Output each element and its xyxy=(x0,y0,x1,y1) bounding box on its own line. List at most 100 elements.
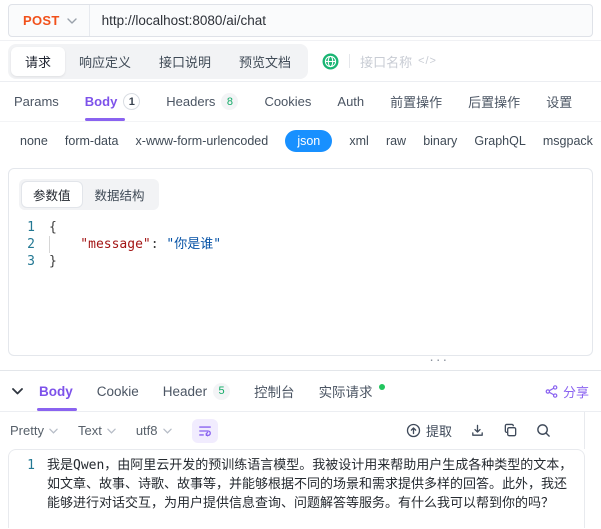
indent-guide xyxy=(49,236,80,253)
url-bar: POST http://localhost:8080/ai/chat xyxy=(8,4,593,37)
code-line: 2 "message": "你是谁" xyxy=(19,236,592,253)
doc-tabs-row: 请求 响应定义 接口说明 预览文档 接口名称 </> xyxy=(0,41,601,82)
code-icon: </> xyxy=(418,55,437,67)
tab-response-body[interactable]: Body xyxy=(37,371,77,411)
tab-cookies[interactable]: Cookies xyxy=(264,82,311,121)
chevron-down-icon xyxy=(107,428,116,434)
chevron-down-icon xyxy=(162,428,172,434)
response-toolbar: Pretty Text utf8 提取 xyxy=(0,412,601,449)
tab-settings[interactable]: 设置 xyxy=(546,82,572,121)
tab-api-description[interactable]: 接口说明 xyxy=(145,47,225,76)
json-separator: : xyxy=(150,237,167,252)
editor-mode-group: 参数值 数据结构 xyxy=(19,179,159,210)
body-type-xml[interactable]: xml xyxy=(349,134,368,148)
response-body-area: 1 我是Qwen，由阿里云开发的预训练语言模型。我被设计用来帮助用户生成各种类型… xyxy=(0,412,601,528)
tab-response-header[interactable]: Header 5 xyxy=(163,371,231,411)
view-type-dropdown[interactable]: Text xyxy=(78,423,116,438)
chevron-down-icon xyxy=(66,17,77,24)
tab-label: 实际请求 xyxy=(318,385,373,400)
panel-splitter[interactable]: ··· xyxy=(8,352,593,370)
response-viewer[interactable]: 1 我是Qwen，由阿里云开发的预训练语言模型。我被设计用来帮助用户生成各种类型… xyxy=(8,449,585,528)
doc-tab-group: 请求 响应定义 接口说明 预览文档 xyxy=(8,43,309,79)
tab-response-cookie[interactable]: Cookie xyxy=(97,371,139,411)
tab-label: 前置操作 xyxy=(390,95,443,110)
share-button[interactable]: 分享 xyxy=(545,371,589,411)
globe-icon[interactable] xyxy=(322,53,339,70)
encoding-dropdown[interactable]: utf8 xyxy=(136,423,172,438)
header-count-badge: 5 xyxy=(213,382,231,400)
tab-headers[interactable]: Headers 8 xyxy=(166,82,239,121)
api-name-text: 接口名称 xyxy=(360,54,413,70)
toolbar-actions: 提取 xyxy=(406,421,591,440)
format-dropdown[interactable]: Pretty xyxy=(10,423,58,438)
json-editor[interactable]: 1 { 2 "message": "你是谁" 3 } xyxy=(19,219,592,270)
tab-preview-docs[interactable]: 预览文档 xyxy=(225,47,305,76)
divider xyxy=(349,54,351,68)
search-button[interactable] xyxy=(536,423,551,438)
copy-button[interactable] xyxy=(503,423,518,438)
copy-icon xyxy=(503,423,518,438)
extract-label: 提取 xyxy=(425,424,452,439)
tab-pre-operations[interactable]: 前置操作 xyxy=(390,82,442,121)
tab-label: Body xyxy=(39,383,73,399)
tab-auth[interactable]: Auth xyxy=(337,82,364,121)
code-text: } xyxy=(49,254,57,269)
body-type-none[interactable]: none xyxy=(20,134,48,148)
tab-actual-request[interactable]: 实际请求 xyxy=(319,371,385,411)
download-button[interactable] xyxy=(470,423,485,438)
body-type-raw[interactable]: raw xyxy=(386,134,406,148)
tab-label: Cookie xyxy=(96,383,139,399)
tab-console[interactable]: 控制台 xyxy=(254,371,295,411)
view-type-value: Text xyxy=(77,423,102,438)
tab-label: Body xyxy=(84,94,118,109)
extract-button[interactable]: 提取 xyxy=(406,421,452,440)
tab-label: 控制台 xyxy=(254,385,295,400)
headers-count-badge: 8 xyxy=(221,93,239,110)
tab-post-operations[interactable]: 后置操作 xyxy=(468,82,520,121)
tab-label: Params xyxy=(14,94,59,109)
body-type-msgpack[interactable]: msgpack xyxy=(543,134,593,148)
body-type-row: none form-data x-www-form-urlencoded jso… xyxy=(0,122,601,160)
line-number: 3 xyxy=(27,254,35,269)
response-tabs: Body Cookie Header 5 控制台 实际请求 xyxy=(37,371,545,411)
body-type-form-data[interactable]: form-data xyxy=(65,134,119,148)
tab-label: Headers xyxy=(166,94,216,109)
tab-label: 后置操作 xyxy=(468,95,521,110)
body-count-badge: 1 xyxy=(123,93,141,110)
download-icon xyxy=(470,423,485,438)
body-type-binary[interactable]: binary xyxy=(423,134,457,148)
body-editor-card: 参数值 数据结构 1 { 2 "message": "你是谁" 3 } xyxy=(8,168,593,356)
line-number: 2 xyxy=(27,237,35,252)
format-value: Pretty xyxy=(10,423,44,438)
url-input[interactable]: http://localhost:8080/ai/chat xyxy=(90,5,592,36)
line-number: 1 xyxy=(27,458,35,473)
word-wrap-button[interactable] xyxy=(191,418,218,443)
tab-parameter-value[interactable]: 参数值 xyxy=(21,181,83,208)
code-line: 1 { xyxy=(19,219,592,236)
encoding-value: utf8 xyxy=(135,423,158,438)
word-wrap-icon xyxy=(198,424,212,438)
tab-request[interactable]: 请求 xyxy=(11,46,66,76)
tab-data-structure[interactable]: 数据结构 xyxy=(83,181,157,208)
api-name-placeholder[interactable]: 接口名称 </> xyxy=(360,52,437,71)
share-label: 分享 xyxy=(562,384,589,400)
body-type-urlencoded[interactable]: x-www-form-urlencoded xyxy=(136,134,269,148)
panel-divider-line xyxy=(584,412,585,449)
tab-body[interactable]: Body 1 xyxy=(84,82,141,121)
body-editor-zone: 参数值 数据结构 1 { 2 "message": "你是谁" 3 } ··· xyxy=(0,160,601,370)
json-key: "message" xyxy=(80,237,151,252)
tab-params[interactable]: Params xyxy=(14,82,59,121)
body-type-json[interactable]: json xyxy=(285,130,333,152)
body-type-graphql[interactable]: GraphQL xyxy=(474,134,525,148)
code-text: { xyxy=(49,220,57,235)
tab-label: 设置 xyxy=(546,95,573,110)
method-selector[interactable]: POST xyxy=(9,5,90,36)
search-icon xyxy=(536,423,551,438)
collapse-panel-button[interactable] xyxy=(12,371,23,411)
tab-label: Cookies xyxy=(264,94,312,109)
splitter-handle[interactable]: ··· xyxy=(429,352,449,366)
tab-response-definition[interactable]: 响应定义 xyxy=(65,47,145,76)
tab-label: Auth xyxy=(337,94,365,109)
chevron-down-icon xyxy=(49,428,58,434)
share-icon xyxy=(545,384,558,398)
